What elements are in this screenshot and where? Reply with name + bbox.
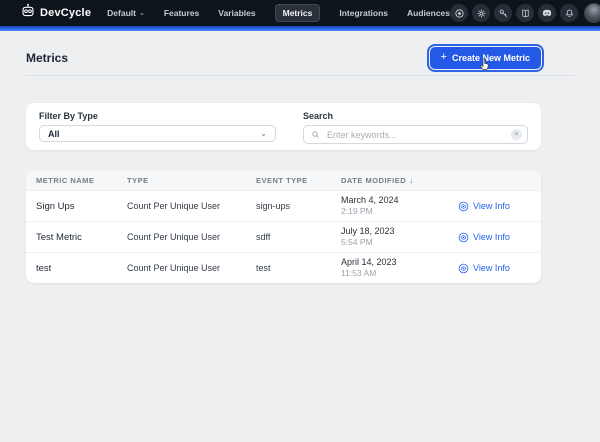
column-header-metric-name[interactable]: METRIC NAME: [36, 176, 127, 185]
navbar-actions: [450, 3, 600, 23]
nav-links: Default ⌄ Features Variables Metrics Int…: [107, 4, 450, 22]
target-icon[interactable]: [450, 4, 468, 22]
search-box: ×: [303, 125, 528, 144]
date-modified-cell: July 18, 2023 5:54 PM: [341, 226, 450, 248]
project-dropdown[interactable]: Default ⌄: [107, 8, 145, 18]
nav-item-metrics[interactable]: Metrics: [275, 4, 321, 22]
api-key-icon[interactable]: [494, 4, 512, 22]
top-navbar: DevCycle Default ⌄ Features Variables Me…: [0, 0, 600, 26]
page-title: Metrics: [26, 51, 68, 65]
date-modified-cell: March 4, 2024 2:19 PM: [341, 195, 450, 217]
filter-by-type-label: Filter By Type: [39, 111, 276, 121]
type-filter-value: All: [48, 129, 260, 139]
filter-card: Filter By Type All ⌄ Search ×: [26, 103, 541, 150]
metric-name-cell: test: [36, 263, 127, 274]
metric-name-cell: Test Metric: [36, 232, 127, 243]
settings-gear-icon[interactable]: [472, 4, 490, 22]
event-type-cell: test: [256, 263, 341, 273]
table-body: Sign Ups Count Per Unique User sign-ups …: [26, 190, 541, 283]
chevron-down-icon: ⌄: [139, 10, 145, 17]
nav-item-audiences[interactable]: Audiences: [407, 8, 450, 18]
search-label: Search: [303, 111, 528, 121]
page-header: Metrics + Create New Metric: [0, 31, 600, 75]
view-info-link[interactable]: View Info: [450, 263, 541, 274]
nav-item-features[interactable]: Features: [164, 8, 199, 18]
sort-descending-icon: ↓: [409, 176, 414, 185]
metric-type-cell: Count Per Unique User: [127, 263, 256, 273]
column-header-date-modified[interactable]: DATE MODIFIED ↓: [341, 176, 450, 185]
view-info-link[interactable]: View Info: [450, 201, 541, 212]
column-header-type[interactable]: TYPE: [127, 176, 256, 185]
search-field: Search ×: [303, 111, 528, 142]
column-header-event-type[interactable]: EVENT TYPE: [256, 176, 341, 185]
type-filter-select[interactable]: All ⌄: [39, 125, 276, 142]
date-modified-cell: April 14, 2023 11:53 AM: [341, 257, 450, 279]
user-avatar[interactable]: [584, 3, 600, 23]
search-icon: [311, 126, 320, 144]
event-type-cell: sdff: [256, 232, 341, 242]
docs-book-icon[interactable]: [516, 4, 534, 22]
metrics-table: METRIC NAME TYPE EVENT TYPE DATE MODIFIE…: [26, 170, 541, 283]
table-row: Sign Ups Count Per Unique User sign-ups …: [26, 190, 541, 221]
nav-item-variables[interactable]: Variables: [218, 8, 255, 18]
devcycle-logo[interactable]: DevCycle: [20, 3, 91, 24]
clear-search-icon[interactable]: ×: [511, 129, 522, 140]
discord-icon[interactable]: [538, 4, 556, 22]
table-row: test Count Per Unique User test April 14…: [26, 252, 541, 283]
metric-type-cell: Count Per Unique User: [127, 201, 256, 211]
create-new-metric-button[interactable]: + Create New Metric: [430, 47, 541, 69]
togglebot-robot-icon: [20, 3, 36, 24]
metric-name-cell: Sign Ups: [36, 201, 127, 212]
metrics-page: DevCycle Default ⌄ Features Variables Me…: [0, 0, 600, 442]
table-header-row: METRIC NAME TYPE EVENT TYPE DATE MODIFIE…: [26, 170, 541, 190]
filter-by-type-field: Filter By Type All ⌄: [39, 111, 276, 142]
brand-name: DevCycle: [40, 7, 91, 19]
nav-item-integrations[interactable]: Integrations: [339, 8, 388, 18]
view-info-link[interactable]: View Info: [450, 232, 541, 243]
chevron-down-icon: ⌄: [260, 130, 267, 138]
header-divider: [26, 75, 574, 76]
notifications-bell-icon[interactable]: [560, 4, 578, 22]
plus-icon: +: [441, 52, 447, 63]
metric-type-cell: Count Per Unique User: [127, 232, 256, 242]
table-row: Test Metric Count Per Unique User sdff J…: [26, 221, 541, 252]
event-type-cell: sign-ups: [256, 201, 341, 211]
search-input[interactable]: [325, 129, 506, 141]
